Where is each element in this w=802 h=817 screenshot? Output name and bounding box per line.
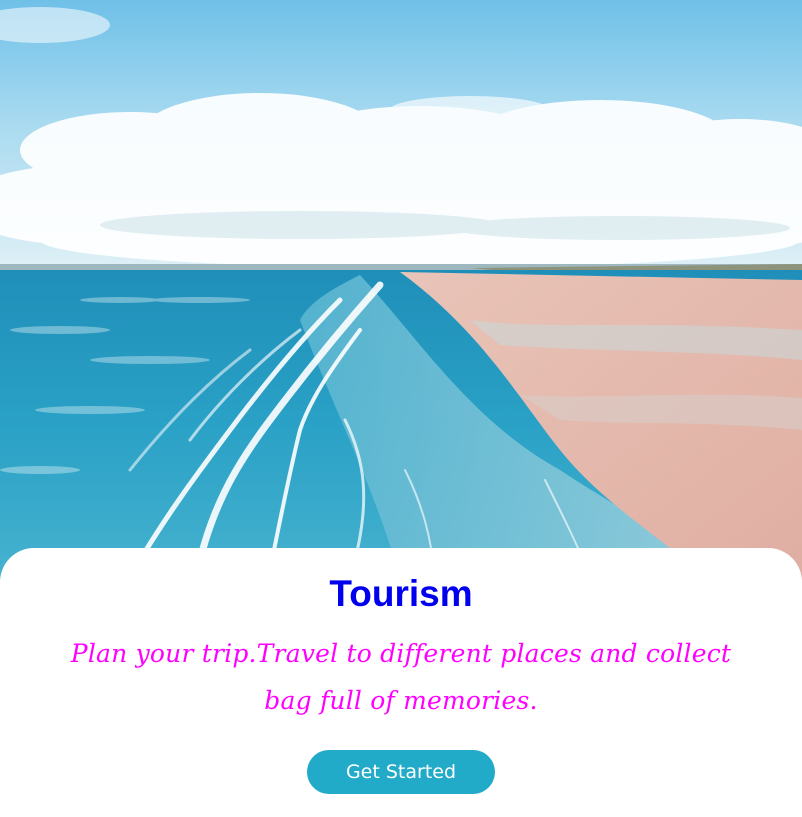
- landing-screen: Tourism Plan your trip.Travel to differe…: [0, 0, 802, 817]
- tagline: Plan your trip.Travel to different place…: [70, 639, 732, 715]
- get-started-button[interactable]: Get Started: [307, 750, 495, 794]
- info-card: Tourism Plan your trip.Travel to differe…: [0, 548, 802, 817]
- hero-image: [0, 0, 802, 580]
- beach-photo: [0, 0, 802, 580]
- page-title: Tourism: [329, 573, 473, 614]
